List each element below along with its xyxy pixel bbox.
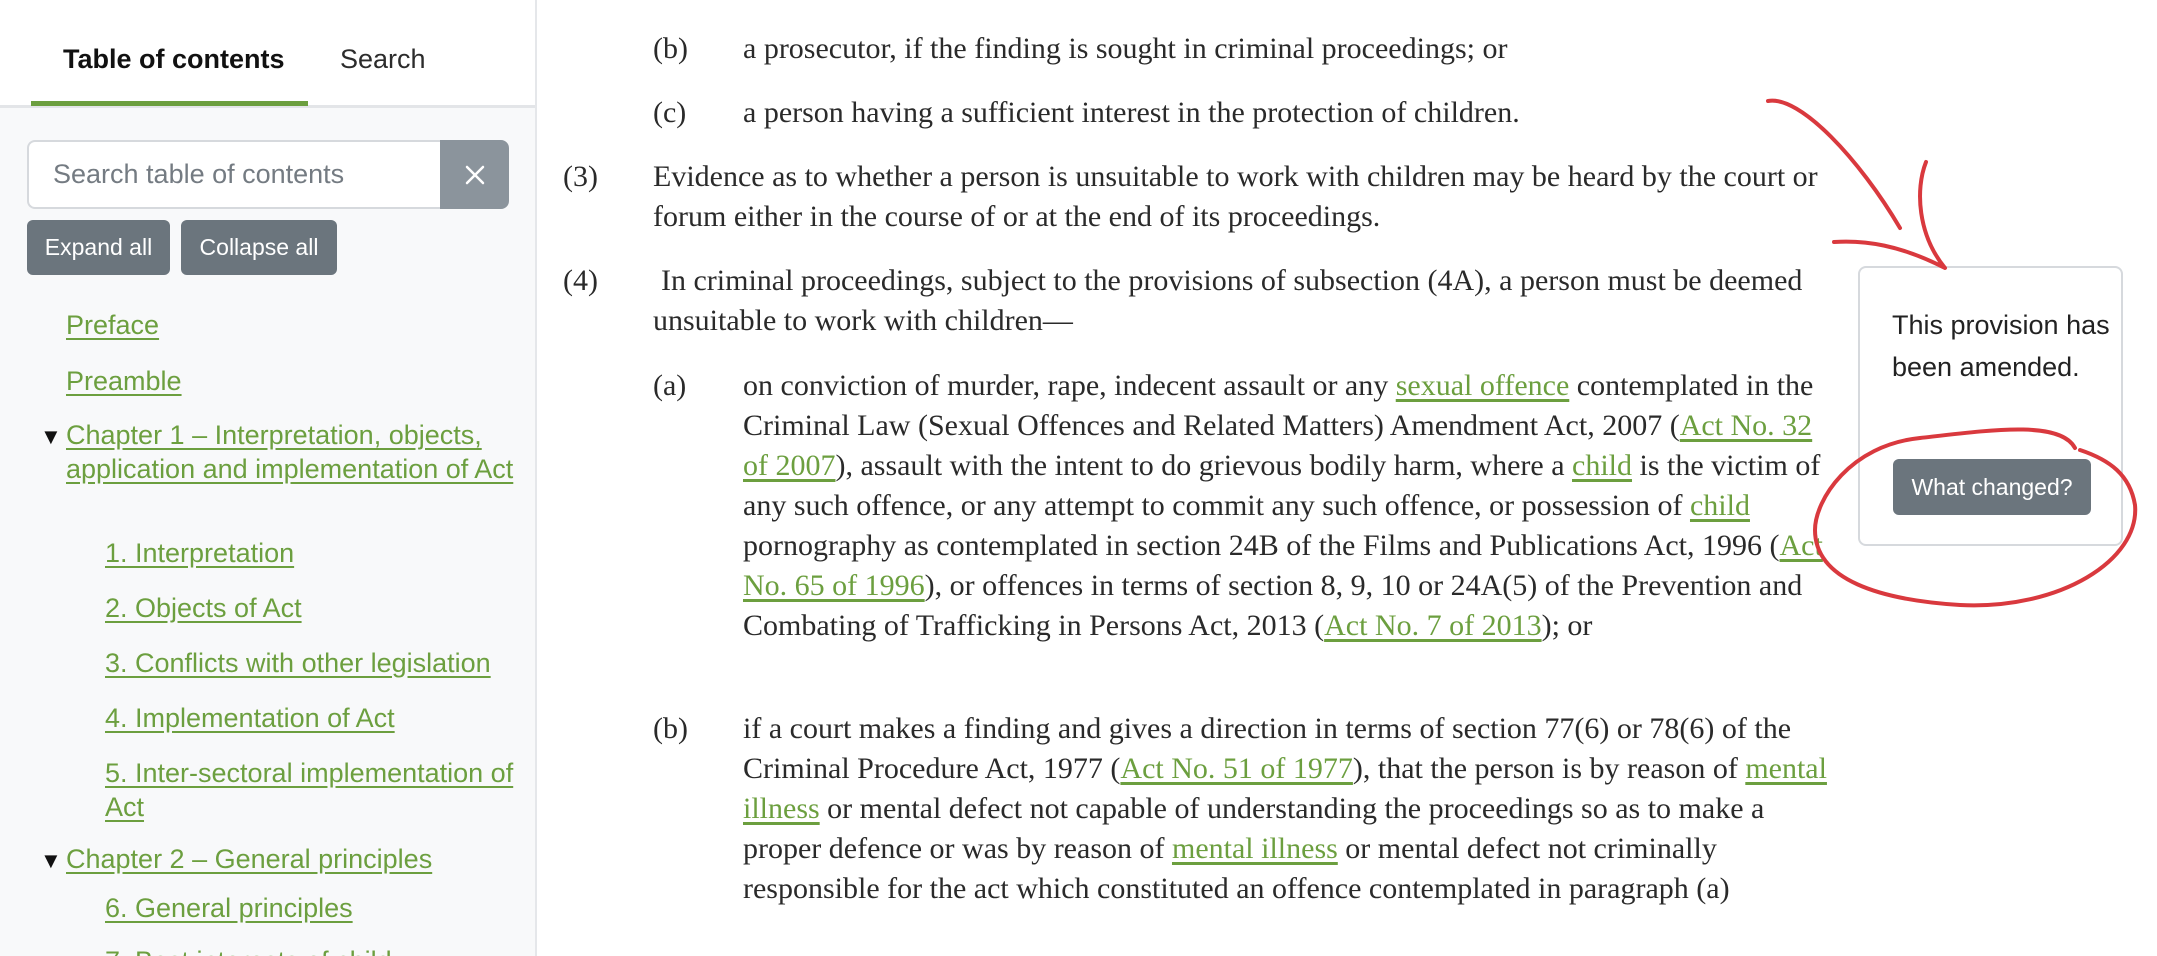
toc-item-section-6[interactable]: 6. General principles	[105, 891, 353, 925]
clear-search-button[interactable]	[440, 140, 509, 209]
amendment-notice-text: This provision has been amended.	[1892, 310, 2110, 382]
toc-item-preface[interactable]: Preface	[66, 308, 159, 342]
active-tab-indicator	[31, 101, 308, 106]
tab-search[interactable]: Search	[340, 44, 426, 75]
link-act-51-of-1977[interactable]: Act No. 51 of 1977	[1120, 752, 1352, 785]
subsection-text: Evidence as to whether a person is unsui…	[653, 160, 1818, 233]
paragraph-text: a person having a sufficient interest in…	[743, 96, 1520, 129]
toc-search-input[interactable]	[27, 140, 441, 209]
paragraph-label: (c)	[653, 96, 687, 129]
paragraph-label: (b)	[653, 32, 688, 65]
toc-item-section-7[interactable]: 7. Best interests of child	[105, 944, 392, 956]
toc-item-section-1[interactable]: 1. Interpretation	[105, 536, 294, 570]
toc-item-section-5[interactable]: 5. Inter-sectoral implementation of Act	[105, 756, 525, 824]
close-icon	[465, 165, 484, 184]
table-of-contents-sidebar: Table of contents Search Expand all Coll…	[0, 0, 537, 956]
toc-item-section-3[interactable]: 3. Conflicts with other legislation	[105, 646, 491, 680]
paragraph-label: (a)	[653, 369, 687, 402]
what-changed-button[interactable]: What changed?	[1893, 459, 2091, 515]
amendment-notice-card: This provision has been amended. What ch…	[1858, 266, 2123, 546]
paragraph-b-text: if a court makes a finding and gives a d…	[743, 712, 1827, 905]
toc-item-section-4[interactable]: 4. Implementation of Act	[105, 701, 395, 735]
paragraph-label: (b)	[653, 712, 688, 745]
toc-item-section-2[interactable]: 2. Objects of Act	[105, 591, 302, 625]
link-sexual-offence[interactable]: sexual offence	[1396, 369, 1570, 402]
expand-all-button[interactable]: Expand all	[27, 220, 170, 275]
expanded-triangle-icon[interactable]: ▼	[40, 424, 62, 450]
link-child[interactable]: child	[1572, 449, 1632, 482]
toc-search	[27, 140, 509, 209]
link-act-7-of-2013[interactable]: Act No. 7 of 2013	[1324, 609, 1541, 642]
link-child[interactable]: child	[1690, 489, 1750, 522]
sidebar-tabs: Table of contents Search	[0, 0, 535, 108]
collapse-all-button[interactable]: Collapse all	[181, 220, 337, 275]
subsection-label: (3)	[563, 160, 598, 193]
expanded-triangle-icon[interactable]: ▼	[40, 848, 62, 874]
paragraph-a-text: on conviction of murder, rape, indecent …	[743, 369, 1823, 642]
subsection-label: (4)	[563, 264, 598, 297]
toc-item-chapter-1[interactable]: Chapter 1 – Interpretation, objects, app…	[66, 418, 516, 486]
link-mental-illness[interactable]: mental illness	[1172, 832, 1338, 865]
tab-table-of-contents[interactable]: Table of contents	[63, 44, 285, 75]
subsection-text: In criminal proceedings, subject to the …	[653, 264, 1803, 337]
toc-item-preamble[interactable]: Preamble	[66, 364, 182, 398]
paragraph-text: a prosecutor, if the finding is sought i…	[743, 32, 1508, 65]
toc-item-chapter-2[interactable]: Chapter 2 – General principles	[66, 842, 432, 876]
